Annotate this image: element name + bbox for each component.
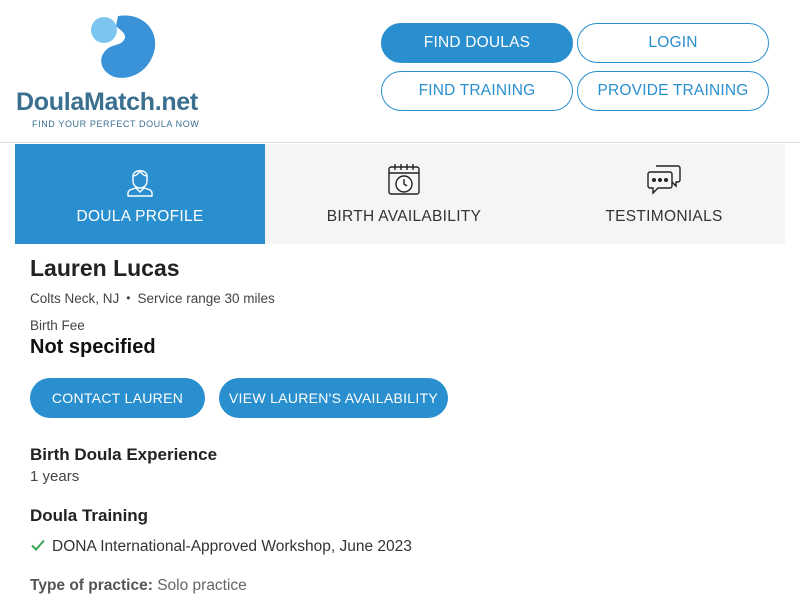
login-button[interactable]: LOGIN [577, 23, 769, 63]
tab-birth-availability[interactable]: BIRTH AVAILABILITY [279, 144, 529, 244]
chat-bubbles-icon [647, 165, 681, 195]
logo-mark-icon [91, 15, 156, 78]
site-logo[interactable]: DoulaMatch.net FIND YOUR PERFECT DOULA N… [16, 12, 226, 132]
birth-fee-value: Not specified [30, 336, 156, 358]
calendar-clock-icon [388, 164, 420, 195]
doula-name: Lauren Lucas [30, 255, 180, 281]
find-doulas-button[interactable]: FIND DOULAS [381, 23, 573, 63]
checkmark-icon [31, 539, 45, 551]
birth-fee-label: Birth Fee [30, 318, 85, 333]
training-item-label: DONA International-Approved Workshop, Ju… [52, 538, 412, 555]
contact-button[interactable]: CONTACT LAUREN [30, 378, 205, 418]
find-training-button[interactable]: FIND TRAINING [381, 71, 573, 111]
site-header: DoulaMatch.net FIND YOUR PERFECT DOULA N… [0, 0, 800, 143]
person-icon [127, 169, 153, 197]
tab-testimonials[interactable]: TESTIMONIALS [539, 144, 789, 244]
tab-doula-profile[interactable]: DOULA PROFILE [15, 144, 265, 244]
logo-wordmark: DoulaMatch.net [16, 88, 198, 116]
provide-training-button[interactable]: PROVIDE TRAINING [577, 71, 769, 111]
tab-label: DOULA PROFILE [76, 208, 204, 225]
profile-tabs: DOULA PROFILE BIRTH AVAILABILITY TESTIMO… [15, 144, 785, 244]
separator-dot: • [126, 291, 131, 305]
practice-type-value: Solo practice [157, 577, 247, 594]
location-line: Colts Neck, NJ • Service range 30 miles [30, 291, 275, 306]
experience-heading: Birth Doula Experience [30, 445, 218, 464]
tab-label: BIRTH AVAILABILITY [326, 208, 482, 225]
view-availability-button[interactable]: VIEW LAUREN'S AVAILABILITY [219, 378, 448, 418]
location: Colts Neck, NJ [30, 291, 120, 306]
practice-type: Type of practice: Solo practice [30, 577, 247, 595]
experience-value: 1 years [30, 468, 80, 485]
service-range: Service range 30 miles [137, 291, 275, 306]
training-item: DONA International-Approved Workshop, Ju… [30, 537, 412, 556]
training-heading: Doula Training [30, 506, 149, 525]
practice-type-label: Type of practice: [30, 577, 153, 594]
logo-tagline: FIND YOUR PERFECT DOULA NOW [32, 119, 200, 129]
tab-label: TESTIMONIALS [605, 208, 723, 225]
